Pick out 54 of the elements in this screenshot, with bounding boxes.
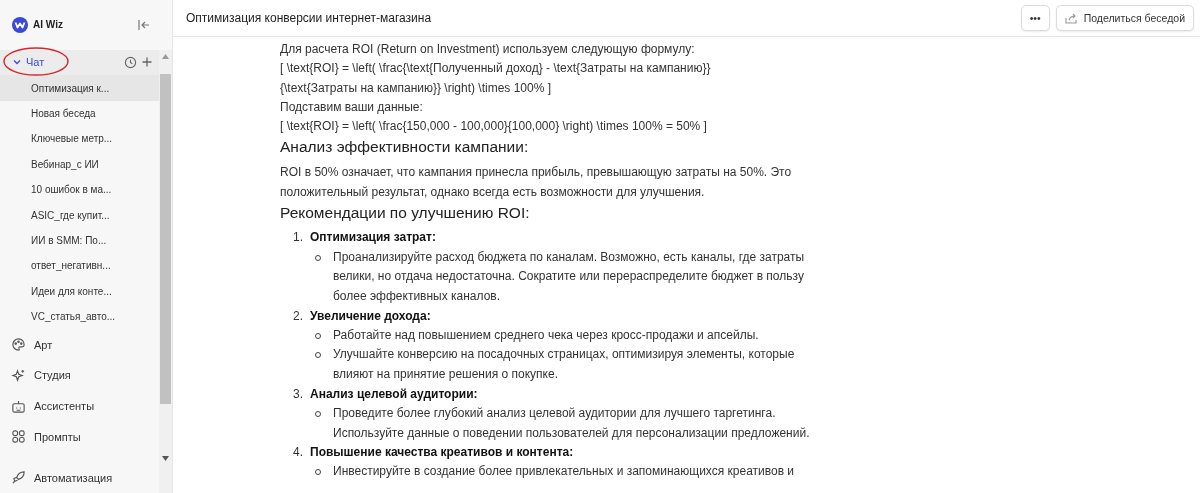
chat-item[interactable]: ИИ в SMM: По... bbox=[0, 227, 159, 254]
brand-name: AI Wiz bbox=[33, 19, 64, 31]
rocket-icon bbox=[11, 470, 26, 486]
message-heading: Анализ эффективности кампании: bbox=[280, 137, 530, 158]
share-button[interactable]: Поделиться беседой bbox=[1055, 5, 1194, 31]
bullet-text: Проведите более глубокий анализ целевой аудитории для лучшего таргетинга. Используйте данные о поведении пользователей для персонализации предложений. bbox=[333, 404, 811, 442]
list-number: 1. bbox=[293, 229, 304, 247]
list-item-title: Увеличение дохода: bbox=[310, 307, 431, 325]
chat-item[interactable]: VC_статья_авто... bbox=[0, 303, 159, 330]
conversation-title: Оптимизация конверсии интернет-магазина bbox=[186, 11, 433, 25]
robot-icon bbox=[11, 398, 26, 414]
chat-item[interactable]: ответ_негативн... bbox=[0, 253, 159, 279]
chat-item[interactable]: Идеи для конте... bbox=[0, 278, 159, 304]
bullet-text: Инвестируйте в создание более привлекательных и запоминающихся креативов и bbox=[333, 463, 795, 481]
more-button[interactable]: ••• bbox=[1020, 5, 1050, 31]
message-line: Для расчета ROI (Return on Investment) используем следующую формулу: bbox=[280, 41, 696, 58]
chat-item[interactable]: Оптимизация к... bbox=[0, 75, 159, 101]
clock-icon[interactable] bbox=[124, 56, 137, 69]
sparkles-icon bbox=[11, 367, 26, 383]
logo-icon bbox=[12, 16, 28, 33]
bullet-text: Работайте над повышением среднего чека через кросс-продажи и апсейлы. bbox=[333, 326, 759, 344]
message-line: Подставим ваши данные: bbox=[280, 98, 424, 116]
share-icon bbox=[1064, 12, 1078, 24]
chat-item[interactable]: Вебинар_с ИИ bbox=[0, 151, 159, 177]
scroll-down-icon[interactable] bbox=[162, 456, 169, 461]
chat-item[interactable]: 10 ошибок в ма... bbox=[0, 176, 159, 203]
nav-item[interactable]: Арт bbox=[0, 329, 159, 361]
scroll-up-icon[interactable] bbox=[162, 54, 169, 59]
chat-section-header[interactable]: Чат bbox=[0, 49, 159, 76]
list-item-title: Оптимизация затрат: bbox=[310, 229, 436, 247]
nav-item[interactable]: Студия bbox=[0, 360, 159, 391]
message-paragraph: ROI в 50% означает, что кампания принесла прибыль, превышающую затраты на 50%. Это положительный результат, однако всегда есть возможности для улучшения. bbox=[280, 164, 793, 202]
list-item-title: Анализ целевой аудитории: bbox=[310, 385, 478, 403]
chat-item[interactable]: Новая беседа bbox=[0, 100, 159, 127]
collapse-sidebar-icon[interactable] bbox=[137, 17, 151, 32]
nav-item[interactable]: Автоматизация bbox=[0, 462, 159, 493]
nav-item[interactable]: Промпты bbox=[0, 421, 159, 453]
bullet-text: Проанализируйте расход бюджета по каналам. Возможно, есть каналы, где затраты велики, но отдача недостаточна. Сократите или перераспределите бюджет в пользу более эффективных каналов. bbox=[333, 248, 806, 305]
message-heading: Рекомендации по улучшению ROI: bbox=[280, 203, 531, 224]
chat-item[interactable]: Ключевые метр... bbox=[0, 126, 159, 152]
palette-icon bbox=[11, 337, 26, 353]
message-line: [ \text{ROI} = \left( \frac{\text{Полученный доход} - \text{Затраты на кампанию}} bbox=[280, 60, 712, 78]
list-number: 3. bbox=[293, 385, 304, 403]
message-line: [ \text{ROI} = \left( \frac{150,000 - 100,000}{100,000} \right) \times 100% = 50% ] bbox=[280, 118, 708, 136]
list-number: 2. bbox=[293, 307, 304, 325]
message-line: {\text{Затраты на кампанию}} \right) \times 100% ] bbox=[280, 79, 552, 97]
bullet-text: Улучшайте конверсию на посадочных страницах, оптимизируя элементы, которые влияют на принятие решения о покупке. bbox=[333, 346, 796, 384]
chat-section-label: Чат bbox=[26, 56, 46, 69]
nav-item[interactable]: Ассистенты bbox=[0, 390, 159, 422]
grid-icon bbox=[11, 429, 26, 445]
list-item-title: Повышение качества креативов и контента: bbox=[310, 444, 574, 462]
chat-item[interactable]: ASIC_где купит... bbox=[0, 202, 159, 228]
list-number: 4. bbox=[293, 444, 304, 462]
plus-icon[interactable] bbox=[141, 56, 153, 69]
